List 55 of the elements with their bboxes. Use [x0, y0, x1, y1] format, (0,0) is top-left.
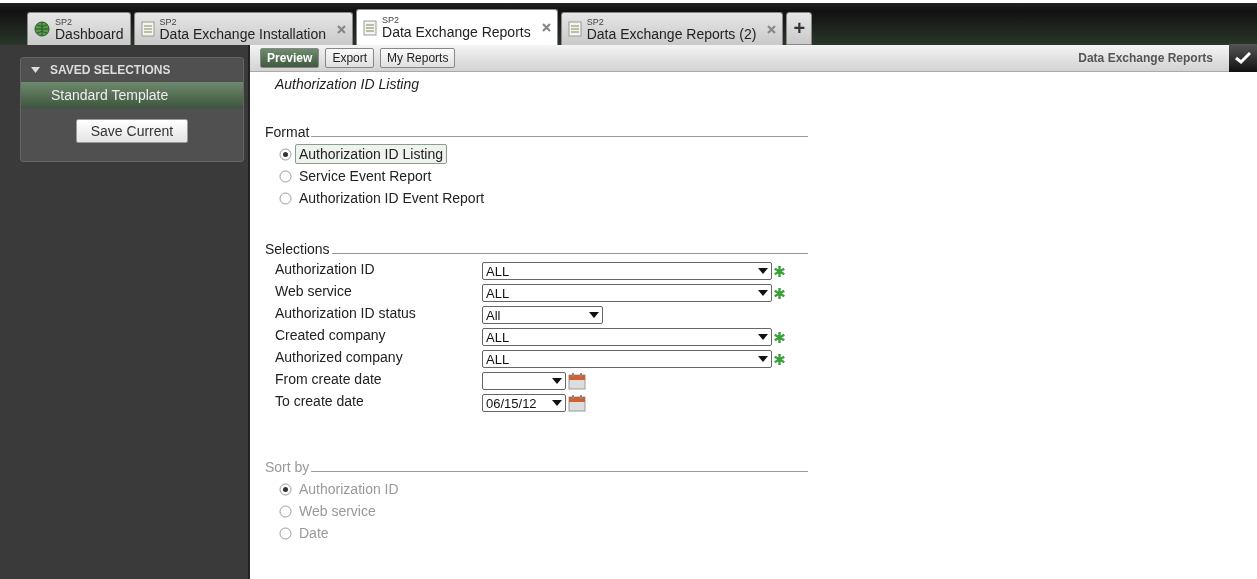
- toolbar-button[interactable]: My Reports: [380, 48, 456, 68]
- radio-label[interactable]: Service Event Report: [295, 166, 436, 186]
- dropdown-field[interactable]: All: [482, 306, 603, 324]
- dropdown-field[interactable]: ALL: [482, 284, 772, 302]
- dropdown-arrow-icon[interactable]: [552, 400, 562, 406]
- save-current-button[interactable]: Save Current: [75, 119, 189, 143]
- dropdown-field[interactable]: [482, 372, 566, 390]
- globe-icon: [34, 21, 50, 37]
- radio-button[interactable]: [279, 169, 292, 183]
- field-label: Authorization ID: [275, 261, 376, 279]
- radio-button[interactable]: [279, 147, 292, 161]
- field-label: Authorized company: [275, 349, 404, 367]
- dropdown-field[interactable]: ALL: [482, 328, 772, 346]
- expand-caret-icon[interactable]: [31, 67, 40, 73]
- close-icon[interactable]: [541, 23, 551, 32]
- toolbar-button[interactable]: Export: [325, 48, 375, 68]
- dropdown-arrow-icon[interactable]: [589, 312, 599, 318]
- field-label: Web service: [275, 283, 353, 301]
- field-label: From create date: [275, 371, 383, 389]
- section-legend: Format: [265, 124, 310, 140]
- radio-label[interactable]: Authorization ID Listing: [295, 144, 447, 164]
- dropdown-arrow-icon[interactable]: [758, 334, 768, 340]
- close-icon[interactable]: [337, 24, 347, 34]
- section-legend: Sort by: [265, 459, 310, 475]
- checkmark-button[interactable]: [1229, 44, 1257, 72]
- document-icon: [567, 21, 582, 37]
- panel-title: SAVED SELECTIONS: [50, 63, 171, 77]
- dropdown-field[interactable]: ALL: [482, 262, 772, 280]
- close-icon[interactable]: [767, 24, 777, 34]
- dropdown-arrow-icon[interactable]: [758, 268, 768, 274]
- toolbar-button[interactable]: Preview: [260, 48, 320, 68]
- document-icon: [363, 19, 378, 36]
- tab[interactable]: SP2 Dashboard: [27, 12, 131, 45]
- dropdown-field[interactable]: ALL: [482, 350, 772, 368]
- dropdown-arrow-icon[interactable]: [552, 378, 562, 384]
- field-label: Created company: [275, 327, 387, 345]
- calendar-icon[interactable]: [568, 394, 586, 412]
- radio-label[interactable]: Authorization ID Event Report: [295, 188, 489, 208]
- dropdown-field[interactable]: 06/15/12: [482, 394, 566, 412]
- checkmark-icon: [1235, 52, 1251, 64]
- dropdown-arrow-icon[interactable]: [758, 356, 768, 362]
- tab[interactable]: SP2 Data Exchange Reports (2): [560, 12, 784, 45]
- report-title: Authorization ID Listing: [275, 76, 420, 92]
- dropdown-arrow-icon[interactable]: [758, 290, 768, 296]
- field-label: To create date: [275, 393, 365, 411]
- tab[interactable]: SP2 Data Exchange Installation: [133, 12, 354, 45]
- tab[interactable]: SP2 Data Exchange Reports: [356, 9, 558, 45]
- document-icon: [140, 21, 155, 37]
- field-label: Authorization ID status: [275, 305, 417, 323]
- new-tab-button[interactable]: +: [786, 12, 813, 45]
- radio-button[interactable]: [279, 191, 292, 205]
- page-title: Data Exchange Reports: [1078, 51, 1213, 65]
- calendar-icon[interactable]: [568, 372, 586, 390]
- saved-selection-item[interactable]: Standard Template: [21, 82, 243, 108]
- section-legend: Selections: [265, 241, 330, 257]
